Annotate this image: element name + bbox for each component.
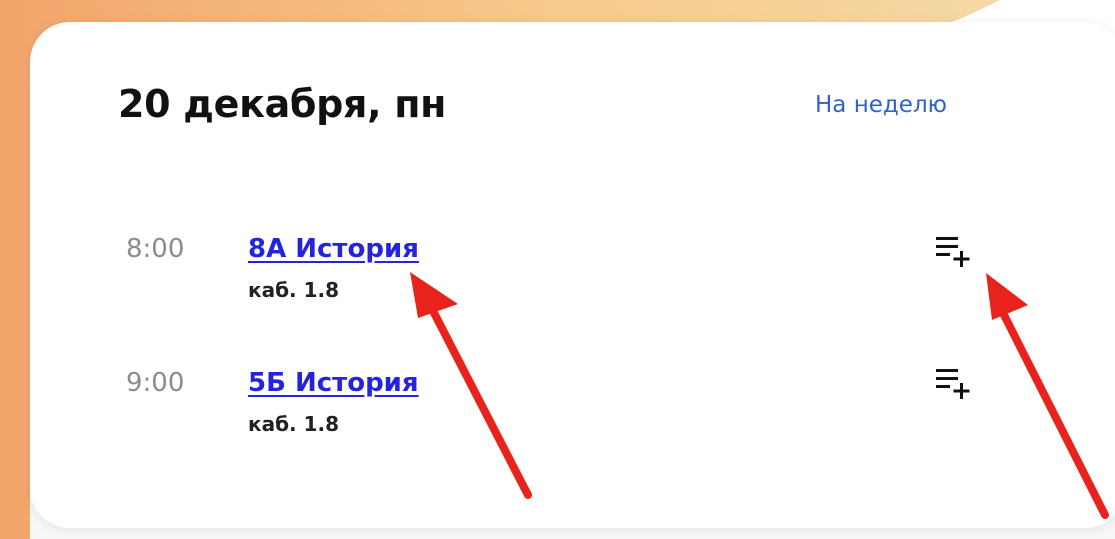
lesson-link[interactable]: 8А История [248, 234, 419, 264]
lesson-time: 8:00 [126, 234, 185, 264]
schedule-date-title: 20 декабря, пн [118, 82, 447, 126]
lesson-row: 8:00 8А История каб. 1.8 [126, 234, 1026, 314]
lesson-link[interactable]: 5Б История [248, 368, 419, 398]
screenshot-stage: 20 декабря, пн На неделю 8:00 8А История… [0, 0, 1115, 539]
lesson-room: каб. 1.8 [248, 278, 340, 302]
lesson-room: каб. 1.8 [248, 412, 340, 436]
week-view-link[interactable]: На неделю [815, 92, 947, 118]
add-to-list-icon[interactable] [934, 366, 974, 402]
lesson-row: 9:00 5Б История каб. 1.8 [126, 368, 1026, 448]
add-to-list-icon[interactable] [934, 234, 974, 270]
lesson-time: 9:00 [126, 368, 185, 398]
